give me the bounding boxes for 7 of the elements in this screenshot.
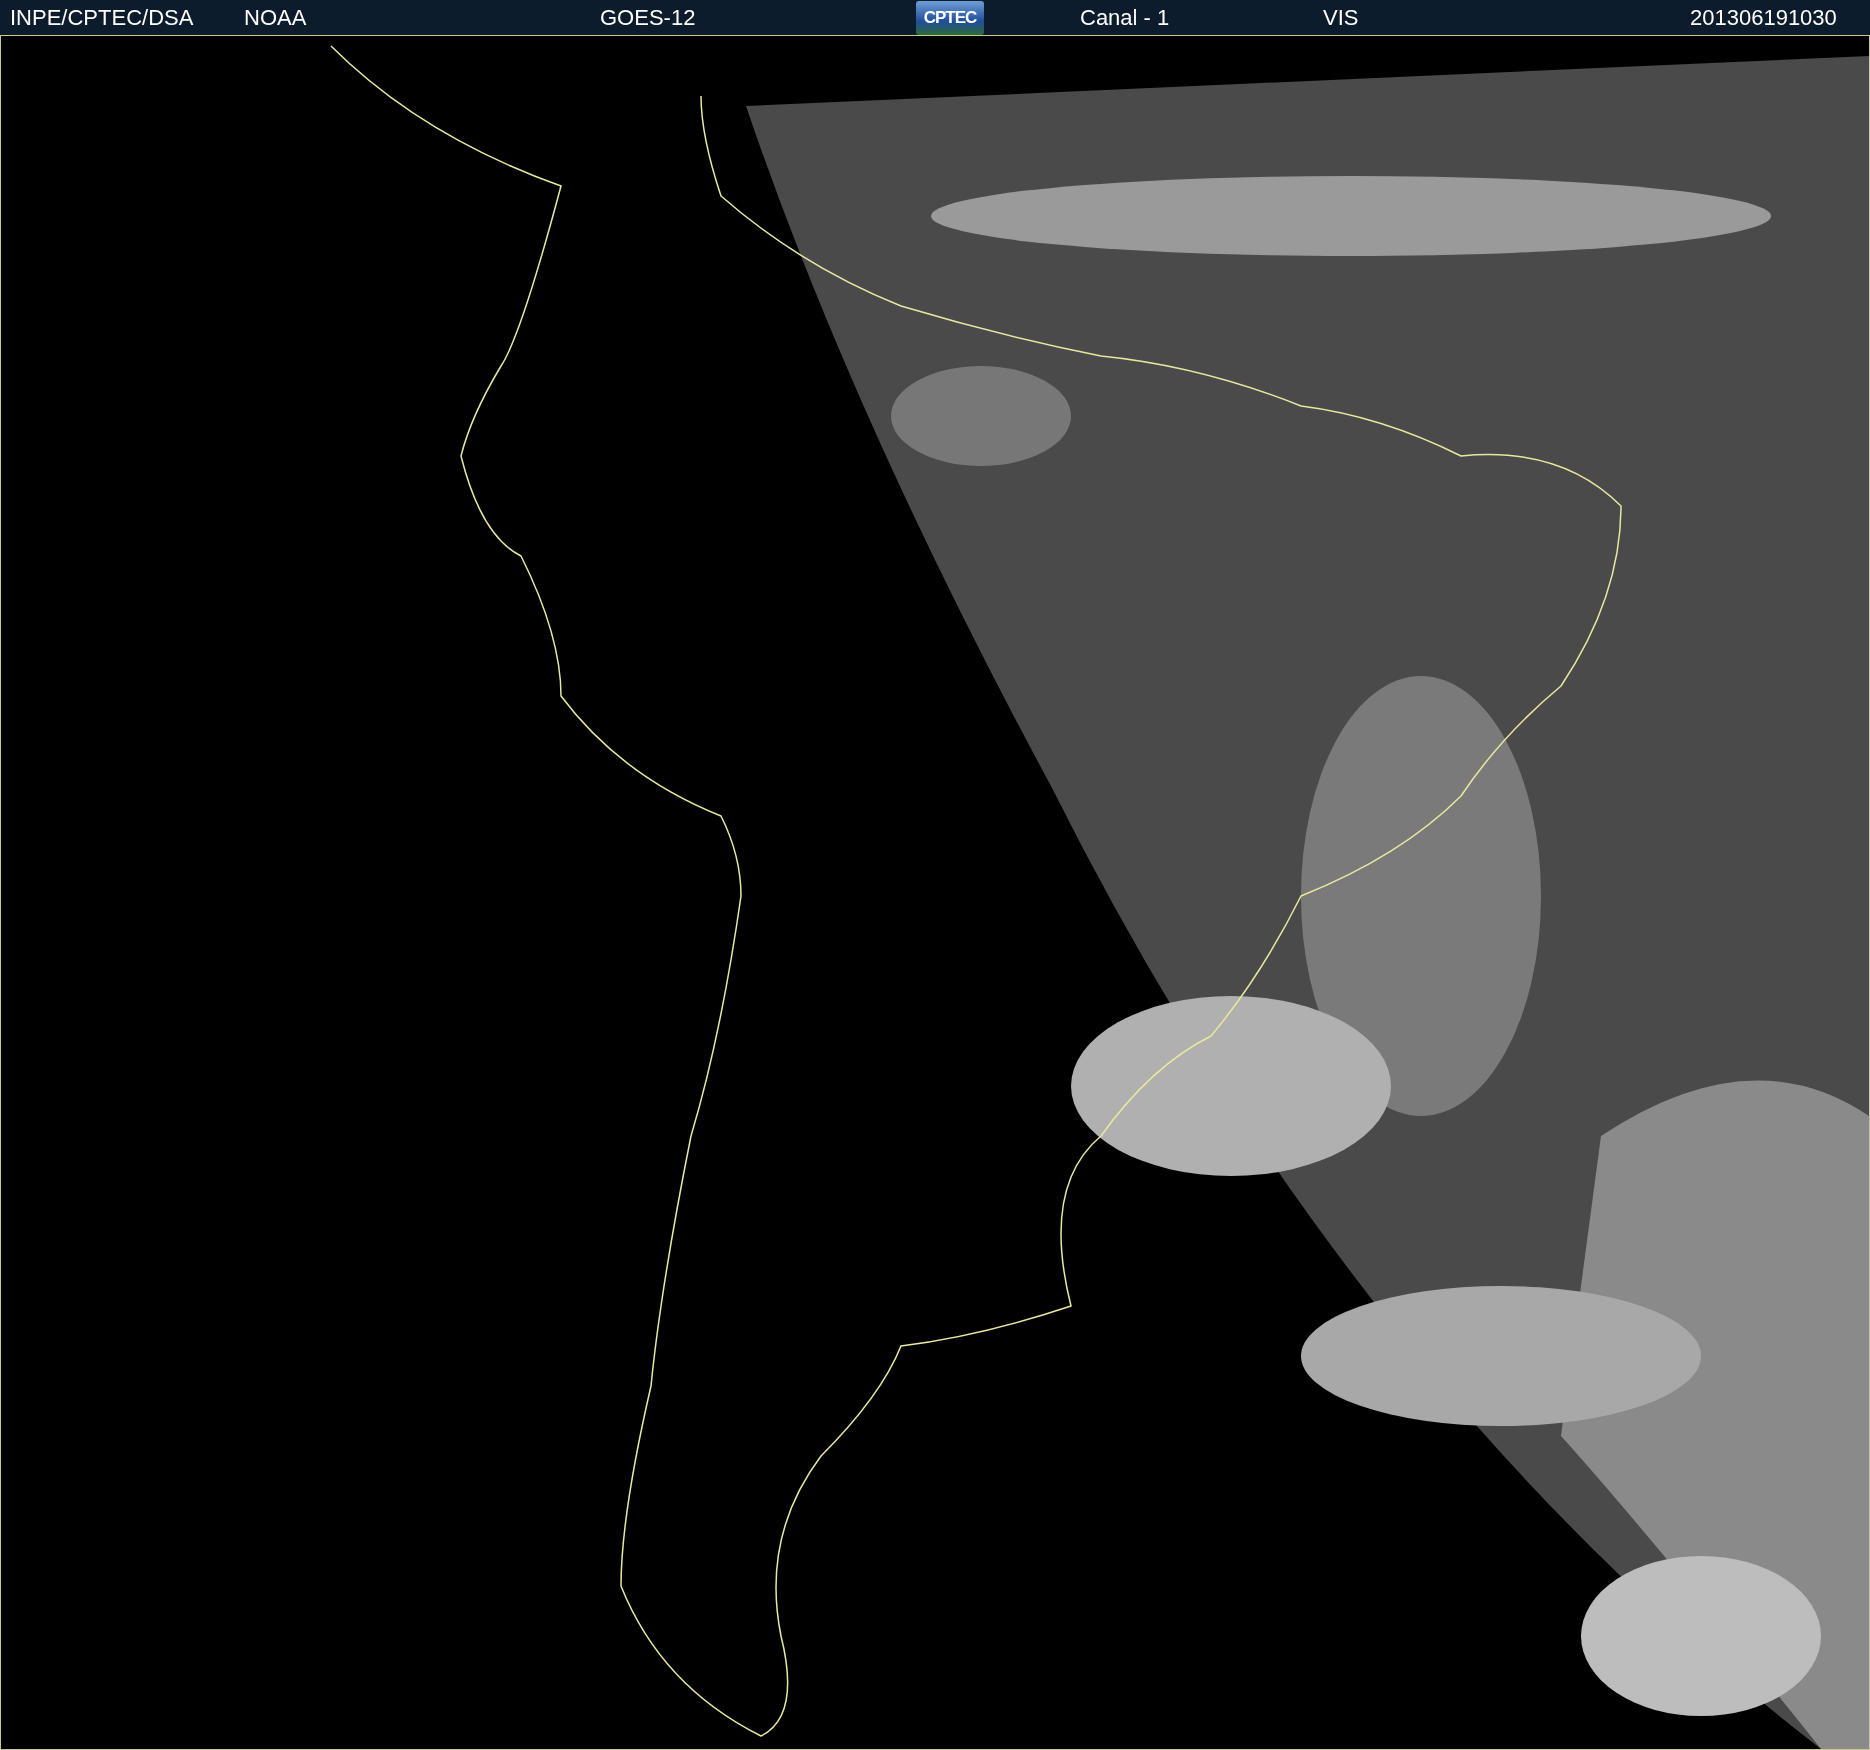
band-label: VIS	[1323, 4, 1359, 31]
timestamp-label: 201306191030	[1690, 4, 1837, 31]
source-label: INPE/CPTEC/DSA	[9, 4, 194, 31]
satellite-label: GOES-12	[600, 4, 696, 31]
logo: CPTEC	[916, 0, 984, 35]
agency-label: NOAA	[244, 4, 307, 31]
channel-label: Canal - 1	[1080, 4, 1170, 31]
